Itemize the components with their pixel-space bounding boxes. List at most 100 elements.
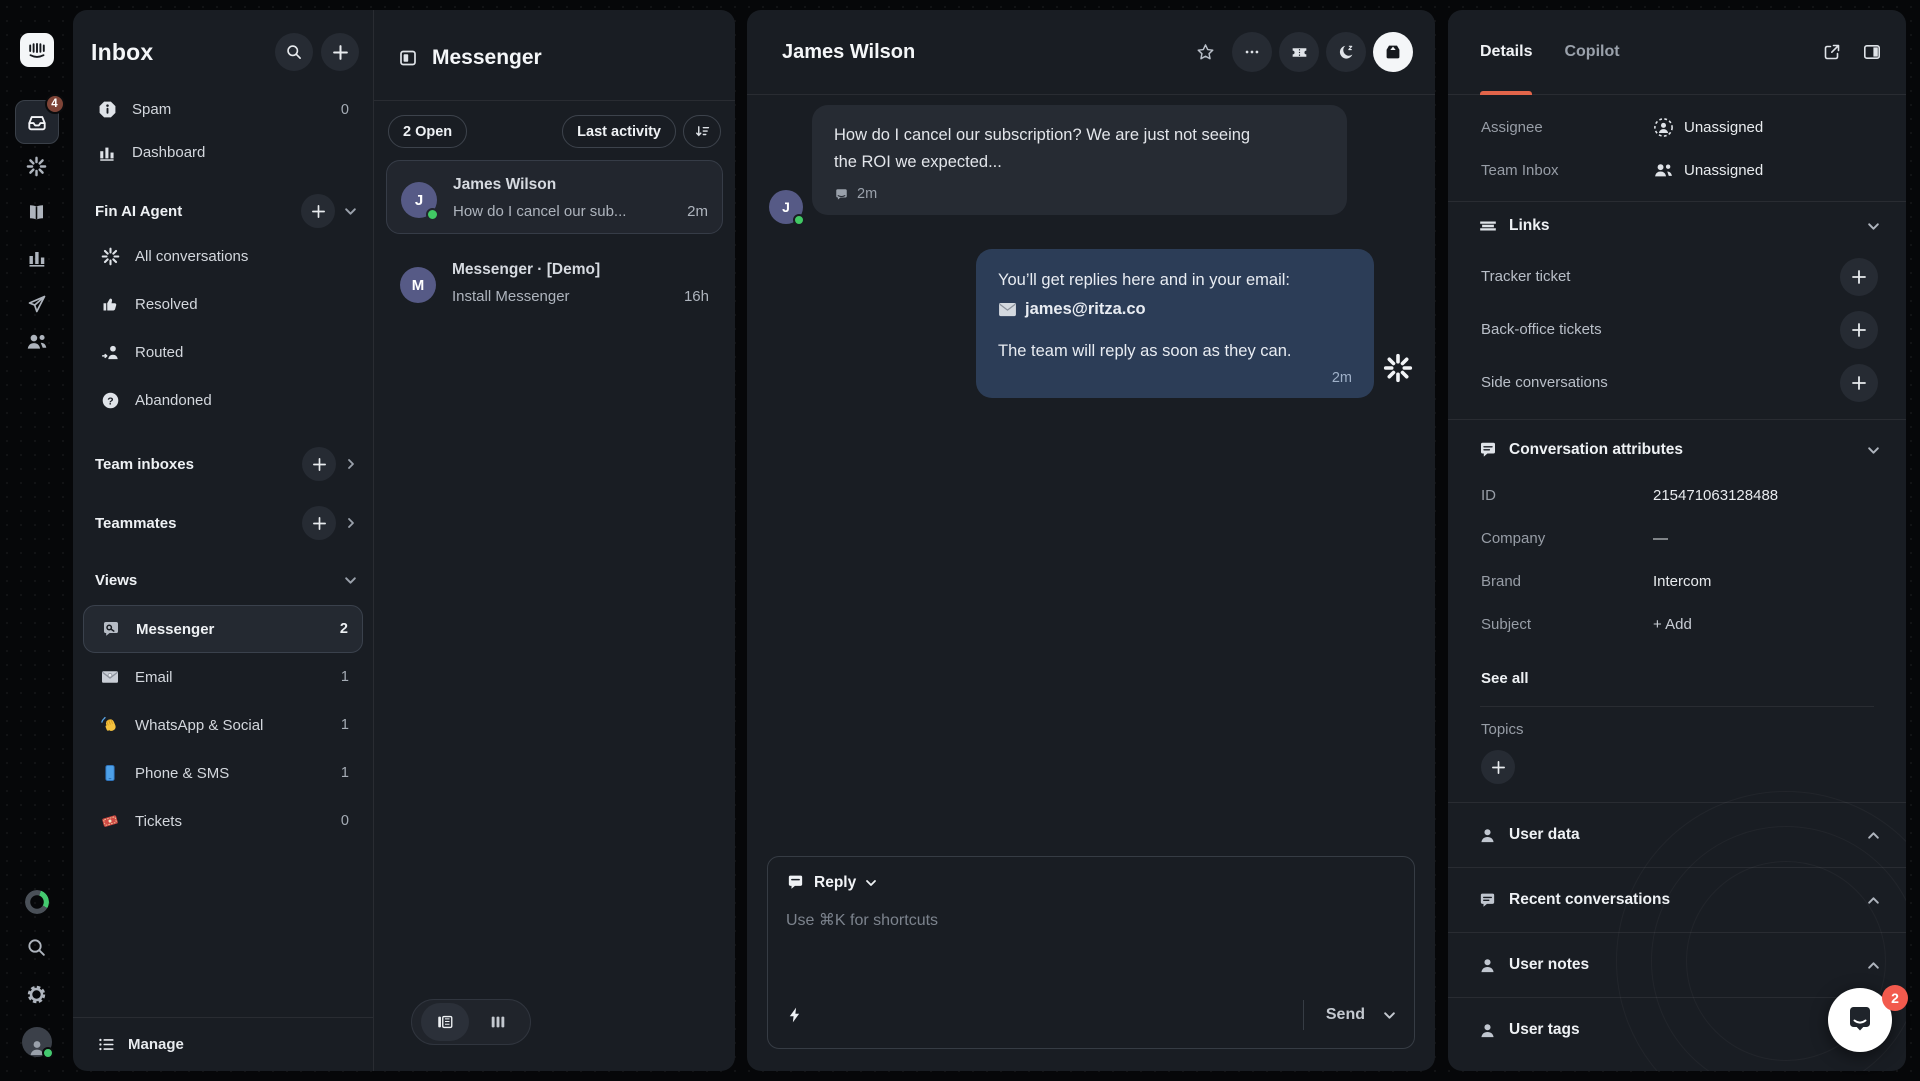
conversation-title: James Wilson (782, 41, 915, 64)
attribute-row-company: Company — (1448, 517, 1906, 560)
section-user-data[interactable]: User data (1448, 802, 1906, 867)
teammates-add-button[interactable] (302, 506, 336, 540)
add-side-conversation-button[interactable] (1840, 364, 1878, 402)
sidebar-search-button[interactable] (275, 33, 313, 71)
chevron-down-icon[interactable] (1867, 220, 1880, 233)
topics-block: Topics (1448, 707, 1906, 802)
side-conversations-row: Side conversations (1448, 356, 1906, 409)
snooze-button[interactable] (1326, 32, 1366, 72)
online-status-dot (793, 214, 805, 226)
tab-copilot[interactable]: Copilot (1564, 10, 1619, 95)
sidebar-item-dashboard[interactable]: Dashboard (83, 131, 363, 174)
rail-usage-button[interactable] (15, 880, 59, 924)
attribute-subject-add[interactable]: + Add (1653, 616, 1692, 633)
sidebar-title: Inbox (91, 39, 153, 66)
conversation-name: James Wilson (453, 176, 708, 194)
send-options-chevron-icon[interactable] (1383, 1009, 1396, 1022)
more-options-button[interactable] (1232, 32, 1272, 72)
sidebar-item-phone-sms[interactable]: Phone & SMS 1 (83, 749, 363, 797)
composer-mode-label[interactable]: Reply (814, 874, 856, 892)
column-view-button[interactable] (474, 1003, 522, 1041)
sidebar-item-whatsapp-social[interactable]: WhatsApp & Social 1 (83, 701, 363, 749)
see-all-link[interactable]: See all (1448, 658, 1906, 698)
sort-order-chip[interactable]: Last activity (562, 115, 676, 148)
rail-contacts-button[interactable] (15, 322, 59, 362)
add-back-office-ticket-button[interactable] (1840, 311, 1878, 349)
chevron-down-icon[interactable] (344, 574, 357, 587)
fin-add-button[interactable] (301, 194, 335, 228)
attribute-brand-value[interactable]: Intercom (1653, 573, 1711, 590)
rail-inbox-button[interactable]: 4 (15, 100, 59, 144)
section-user-notes[interactable]: User notes (1448, 932, 1906, 997)
conversation-item[interactable]: M Messenger · [Demo] Install Messenger 1… (386, 246, 723, 318)
chevron-down-icon[interactable] (865, 877, 877, 889)
team-inbox-row[interactable]: Team Inbox Unassigned (1448, 149, 1906, 192)
collapse-panel-icon[interactable] (1862, 42, 1882, 62)
plus-icon (332, 44, 349, 61)
views-header[interactable]: Views (83, 559, 363, 601)
create-ticket-button[interactable] (1279, 32, 1319, 72)
chevron-up-icon[interactable] (1867, 894, 1880, 907)
attribute-id-value[interactable]: 215471063128488 (1653, 487, 1778, 504)
wave-hand-icon (97, 715, 123, 735)
avatar: J (769, 190, 803, 224)
sidebar-item-email[interactable]: Email 1 (83, 653, 363, 701)
open-filter-chip[interactable]: 2 Open (388, 115, 467, 148)
rail-fin-button[interactable] (15, 146, 59, 186)
intercom-logo (15, 28, 59, 72)
conversation-item[interactable]: J James Wilson How do I cancel our sub..… (386, 160, 723, 234)
teammates-header[interactable]: Teammates (83, 502, 363, 544)
sidebar-item-routed[interactable]: Routed (83, 328, 363, 376)
email-count: 1 (341, 669, 353, 685)
close-conversation-button[interactable] (1373, 32, 1413, 72)
add-topic-button[interactable] (1481, 750, 1515, 784)
incoming-message: How do I cancel our subscription? We are… (812, 105, 1347, 215)
team-inboxes-header[interactable]: Team inboxes (83, 443, 363, 485)
star-button[interactable] (1185, 32, 1225, 72)
outgoing-email-text[interactable]: james@ritza.co (1025, 296, 1146, 322)
chevron-right-icon[interactable] (345, 517, 357, 529)
chevron-up-icon[interactable] (1867, 959, 1880, 972)
list-header: Messenger (374, 10, 735, 101)
chevron-right-icon[interactable] (345, 458, 357, 470)
sort-direction-button[interactable] (683, 115, 721, 148)
online-status-dot (426, 208, 439, 221)
fin-section-header[interactable]: Fin AI Agent (83, 190, 363, 232)
reply-composer[interactable]: Reply Use ⌘K for shortcuts Send (767, 856, 1415, 1049)
panel-view-icon[interactable] (398, 48, 418, 68)
send-button[interactable]: Send (1326, 1006, 1365, 1024)
sidebar-item-resolved[interactable]: Resolved (83, 280, 363, 328)
spam-count: 0 (341, 102, 355, 118)
message-input[interactable]: Use ⌘K for shortcuts (786, 910, 1396, 930)
open-in-new-icon[interactable] (1822, 42, 1842, 62)
chevron-down-icon[interactable] (1867, 444, 1880, 457)
sidebar-item-abandoned[interactable]: ? Abandoned (83, 376, 363, 424)
links-section-header[interactable]: Links (1448, 202, 1906, 250)
sidebar-item-all-conversations[interactable]: All conversations (83, 232, 363, 280)
split-view-button[interactable] (421, 1003, 469, 1041)
rail-profile-button[interactable] (15, 1020, 59, 1064)
manage-button[interactable]: Manage (73, 1017, 373, 1071)
assignee-row[interactable]: Assignee Unassigned (1448, 106, 1906, 149)
sidebar-item-tickets[interactable]: Tickets 0 (83, 797, 363, 845)
rail-reports-button[interactable] (15, 238, 59, 278)
tab-details[interactable]: Details (1480, 10, 1532, 95)
sidebar-new-button[interactable] (321, 33, 359, 71)
rail-search-button[interactable] (15, 925, 59, 969)
shortcuts-bolt-button[interactable] (786, 1006, 804, 1024)
conversation-attributes-header[interactable]: Conversation attributes (1448, 426, 1906, 474)
person-icon (1478, 1021, 1497, 1040)
chevron-down-icon[interactable] (344, 205, 357, 218)
rail-knowledge-button[interactable] (15, 192, 59, 232)
rail-settings-button[interactable] (15, 972, 59, 1016)
sidebar-item-messenger[interactable]: Messenger 2 (83, 605, 363, 653)
section-recent-conversations[interactable]: Recent conversations (1448, 867, 1906, 932)
tracker-ticket-row: Tracker ticket (1448, 250, 1906, 303)
chevron-up-icon[interactable] (1867, 829, 1880, 842)
rail-outbound-button[interactable] (15, 284, 59, 324)
email-icon (97, 667, 123, 687)
sidebar-item-spam[interactable]: Spam 0 (83, 88, 363, 131)
attribute-company-value[interactable]: — (1653, 530, 1668, 547)
team-inboxes-add-button[interactable] (302, 447, 336, 481)
add-tracker-ticket-button[interactable] (1840, 258, 1878, 296)
